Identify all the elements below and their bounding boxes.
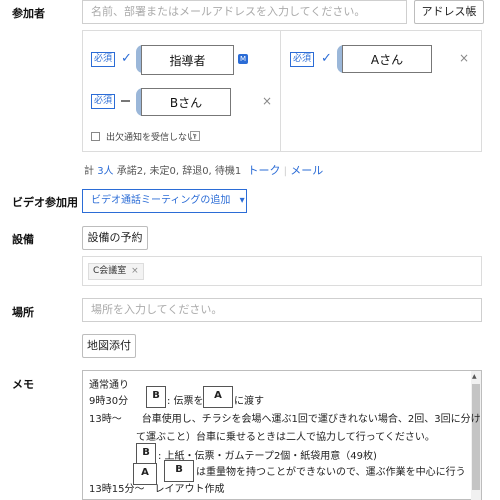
add-video-meeting-label: ビデオ通話ミーティングの追加 xyxy=(91,195,231,206)
equipment-label: 設備 xyxy=(12,233,34,246)
accepted-check-icon: ✓ xyxy=(121,51,132,66)
attendee-name: Bさん xyxy=(141,88,231,116)
attendee-panel-divider xyxy=(280,30,281,152)
equipment-tag: C会議室 × xyxy=(88,263,144,280)
name-box: A xyxy=(203,386,233,408)
required-tag: 必須 xyxy=(290,52,314,67)
remove-attendee-icon[interactable]: × xyxy=(459,51,469,65)
memo-line-2-time: 9時30分 xyxy=(89,396,129,407)
location-label: 場所 xyxy=(12,306,34,319)
attendee-name: 指導者 xyxy=(141,45,234,75)
participant-search-input[interactable]: 名前、部署またはメールアドレスを入力してください。 xyxy=(82,0,407,24)
add-video-meeting-button[interactable]: ビデオ通話ミーティングの追加 ▾ xyxy=(82,189,247,213)
caret-down-icon: ▾ xyxy=(239,195,245,206)
required-tag: 必須 xyxy=(91,94,115,109)
participants-label: 参加者 xyxy=(12,7,45,20)
location-input[interactable]: 場所を入力してください。 xyxy=(82,298,482,322)
equipment-tag-label: C会議室 xyxy=(93,266,127,276)
mobile-badge-icon: M xyxy=(238,54,248,64)
tag-remove-icon[interactable]: × xyxy=(131,266,139,276)
mail-link[interactable]: メール xyxy=(290,164,323,177)
memo-line-1: 通常通り xyxy=(89,380,129,391)
no-notice-checkbox[interactable] xyxy=(91,132,100,141)
video-label: ビデオ参加用 xyxy=(12,196,78,209)
name-box: B xyxy=(136,443,156,465)
attendee-name: Aさん xyxy=(342,45,432,73)
reserve-equipment-button[interactable]: 設備の予約 xyxy=(82,226,148,250)
no-notice-label: 出欠通知を受信しない xyxy=(106,133,197,143)
scroll-up-icon[interactable]: ▲ xyxy=(472,373,477,380)
memo-line-4: て運ぶこと）台車に乗せるときは二人で協力して行ってください。 xyxy=(136,432,435,443)
memo-line-7: 13時15分～ レイアウト作成 xyxy=(89,484,225,495)
attendance-summary: 計 3人 承諾2, 未定0, 辞退0, 待機1 トーク | メール xyxy=(84,162,323,178)
pending-dash-icon xyxy=(121,100,130,102)
memo-scrollbar-thumb[interactable] xyxy=(472,384,480,490)
link-separator: | xyxy=(283,166,288,177)
remove-attendee-icon[interactable]: × xyxy=(262,94,272,108)
talk-link[interactable]: トーク xyxy=(247,164,280,177)
memo-line-3: 13時～ 台車使用し、チラシを会場へ運ぶ1回で運びきれない場合、2回、3回に分け xyxy=(89,414,481,425)
summary-count: 3人 xyxy=(97,166,114,177)
name-box: B xyxy=(146,386,166,408)
attach-map-button[interactable]: 地図添付 xyxy=(82,334,136,358)
memo-line-2-end: に渡す xyxy=(234,396,264,407)
address-book-button[interactable]: アドレス帳 xyxy=(414,0,484,24)
memo-label: メモ xyxy=(12,378,34,391)
memo-line-2-text: : 伝票を xyxy=(167,396,204,407)
summary-prefix: 計 xyxy=(84,166,94,177)
required-tag: 必須 xyxy=(91,52,115,67)
accepted-check-icon: ✓ xyxy=(321,51,332,66)
memo-line-6: は重量物を持つことができないので、運ぶ作業を中心に行う xyxy=(196,467,466,478)
help-icon[interactable]: ? xyxy=(190,131,200,141)
name-box: B xyxy=(164,460,194,482)
summary-breakdown: 承諾2, 未定0, 辞退0, 待機1 xyxy=(116,166,242,177)
